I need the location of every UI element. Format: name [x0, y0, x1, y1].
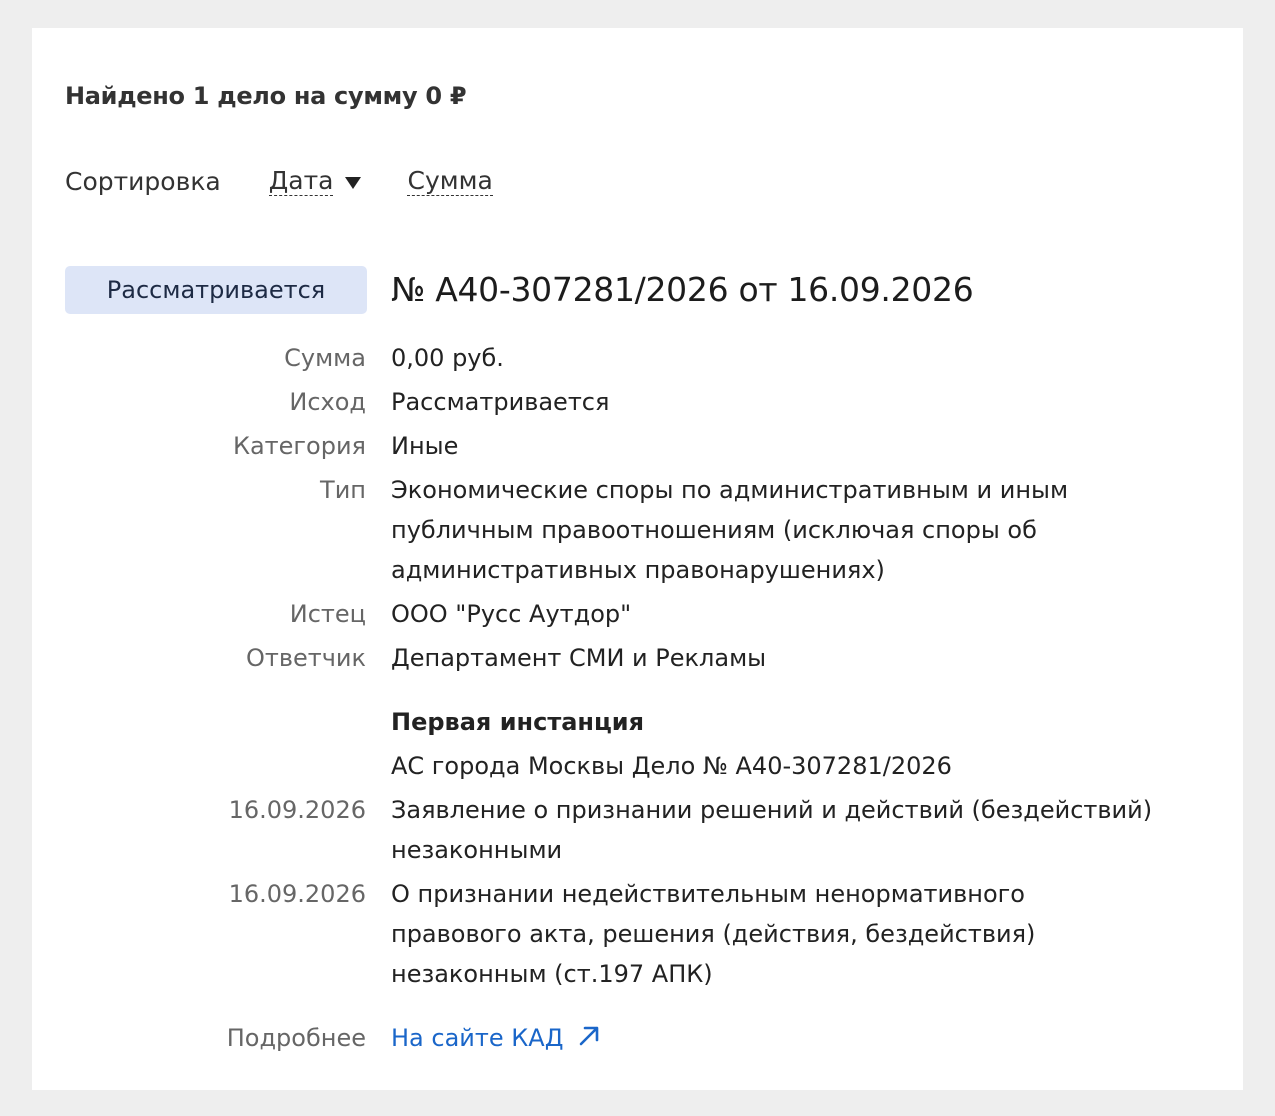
field-type-line: административных правонарушениях) [391, 556, 885, 584]
sort-by-date[interactable]: Дата [268, 167, 362, 196]
event-line: незаконным (ст.197 АПК) [391, 960, 713, 988]
instance-heading: Первая инстанция [391, 708, 645, 736]
event-description: О признании недействительным ненормативн… [391, 874, 1231, 994]
field-sum-label: Сумма [284, 344, 366, 372]
sort-bar: Сортировка Дата Сумма [65, 167, 493, 196]
field-type-label: Тип [320, 476, 366, 504]
event-date: 16.09.2026 [228, 796, 366, 824]
field-plaintiff-label: Истец [289, 600, 366, 628]
more-label: Подробнее [226, 1024, 366, 1052]
sort-by-sum-link[interactable]: Сумма [407, 167, 493, 196]
field-defendant-label: Ответчик [245, 644, 366, 672]
status-badge: Рассматривается [65, 266, 367, 314]
kad-site-link[interactable]: На сайте КАД [391, 1024, 563, 1052]
field-category-value: Иные [391, 432, 459, 460]
results-summary: Найдено 1 дело на сумму 0 ₽ [65, 82, 467, 110]
sort-by-date-link[interactable]: Дата [268, 167, 334, 196]
case-search-results-card: Найдено 1 дело на сумму 0 ₽ Сортировка Д… [32, 28, 1243, 1090]
plaintiff-link[interactable]: ООО "Русс Аутдор" [391, 594, 1231, 634]
field-outcome-label: Исход [289, 388, 366, 416]
event-line: правового акта, решения (действия, безде… [391, 920, 1036, 948]
event-line: Заявление о признании решений и действий… [391, 796, 1153, 824]
field-type-value: Экономические споры по административным … [391, 470, 1231, 590]
caret-down-icon[interactable] [345, 176, 362, 189]
field-type-line: Экономические споры по административным … [391, 476, 1069, 504]
field-category-label: Категория [232, 432, 366, 460]
field-outcome-value: Рассматривается [391, 388, 610, 416]
event-line: О признании недействительным ненормативн… [391, 880, 1025, 908]
sort-label: Сортировка [65, 167, 221, 196]
instance-court: АС города Москвы Дело № А40-307281/2026 [391, 752, 952, 780]
case-title[interactable]: № А40-307281/2026 от 16.09.2026 [391, 266, 974, 314]
field-sum-value: 0,00 руб. [391, 344, 504, 372]
external-link-arrow-icon[interactable] [577, 1024, 601, 1048]
event-line: незаконными [391, 836, 563, 864]
defendant-link[interactable]: Департамент СМИ и Рекламы [391, 638, 1231, 678]
event-description: Заявление о признании решений и действий… [391, 790, 1231, 870]
event-date: 16.09.2026 [228, 880, 366, 908]
field-type-line: публичным правоотношениям (исключая спор… [391, 516, 1037, 544]
more-link-wrap[interactable]: На сайте КАД [391, 1018, 1231, 1058]
